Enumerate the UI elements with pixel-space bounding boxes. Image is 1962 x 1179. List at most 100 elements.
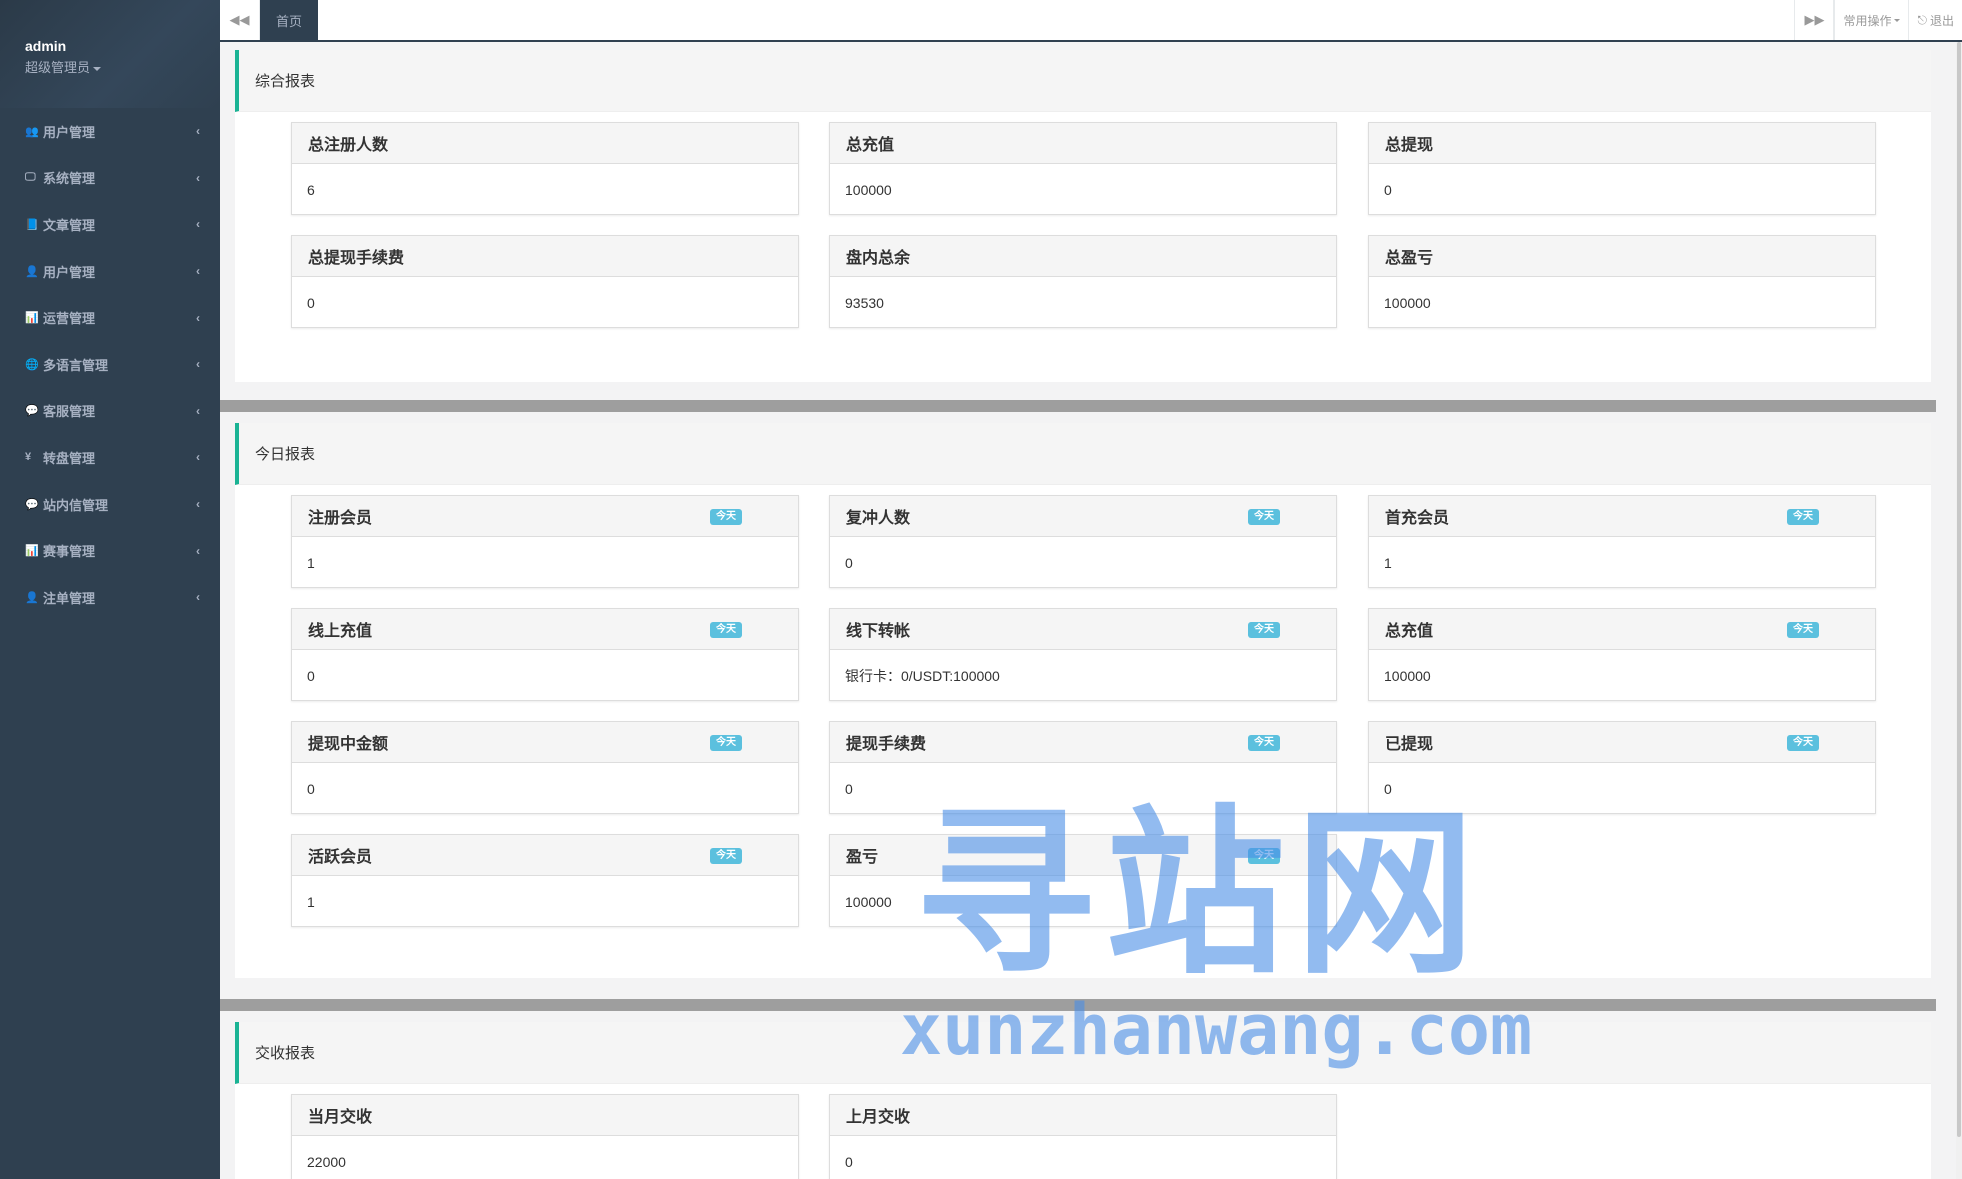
section-divider	[220, 999, 1936, 1011]
report-card-value: 100000	[845, 181, 892, 198]
sidebar-item[interactable]: 📘 文章管理 ‹	[0, 201, 220, 248]
sidebar-item[interactable]: 🌐 多语言管理 ‹	[0, 341, 220, 388]
report-card-label: 总充值	[846, 137, 895, 154]
report-card-value: 100000	[845, 893, 892, 910]
report-card-value: 0	[1384, 780, 1392, 797]
report-card-label: 总注册人数	[308, 137, 389, 154]
comment-icon: 💬	[25, 405, 39, 418]
tab-home[interactable]: 首页	[260, 0, 319, 40]
sidebar-item-label: 赛事管理	[43, 544, 96, 560]
sidebar-item[interactable]: 💬 客服管理 ‹	[0, 388, 220, 435]
sidebar-item-label: 客服管理	[43, 404, 96, 420]
report-card-value: 0	[845, 1153, 853, 1170]
sidebar-item[interactable]: 👤 用户管理 ‹	[0, 248, 220, 295]
chevron-left-icon: ‹	[196, 264, 200, 279]
sidebar-nav: 👥 用户管理 ‹ 🖵 系统管理 ‹ 📘 文章管理 ‹ 👤 用户管理 ‹ 📊 运营管理 ‹ 🌐 多语言管理 ‹ 💬 客服…	[0, 108, 220, 621]
sidebar-item[interactable]: 📊 运营管理 ‹	[0, 294, 220, 341]
report-card-header: 复冲人数 今天	[830, 496, 1336, 537]
scrollbar-thumb[interactable]	[1957, 42, 1961, 1137]
report-card: 总提现 0	[1368, 122, 1876, 215]
report-card-header: 总注册人数	[292, 123, 798, 164]
chevron-left-icon: ‹	[196, 217, 200, 232]
sidebar-item-label: 系统管理	[43, 171, 96, 187]
sidebar-item-label: 转盘管理	[43, 450, 96, 466]
user-role-dropdown[interactable]: 超级管理员	[25, 57, 220, 76]
report-card-value: 1	[1384, 554, 1392, 571]
today-badge: 今天	[1248, 509, 1280, 525]
users-icon: 👥	[25, 125, 39, 138]
report-card: 线上充值 今天 0	[291, 608, 799, 701]
report-card-header: 总充值	[830, 123, 1336, 164]
user-profile: admin 超级管理员	[0, 0, 220, 108]
report-card-value: 0	[845, 780, 853, 797]
report-card: 总提现手续费 0	[291, 235, 799, 328]
report-card-header: 总提现手续费	[292, 236, 798, 277]
sidebar-item-label: 站内信管理	[43, 497, 109, 513]
scrollbar[interactable]	[1956, 42, 1962, 1179]
user-role-label: 超级管理员	[25, 60, 91, 75]
report-card-value: 6	[307, 181, 315, 198]
scroll-tabs-left-button[interactable]: ◀◀	[220, 0, 260, 40]
scroll-tabs-right-button[interactable]: ▶▶	[1794, 0, 1835, 40]
logout-label: 退出	[1929, 13, 1954, 28]
report-card-label: 已提现	[1385, 736, 1434, 753]
report-card-label: 线上充值	[308, 623, 373, 640]
backward-icon: ◀◀	[229, 12, 250, 27]
report-card-label: 总盈亏	[1385, 250, 1434, 267]
today-badge: 今天	[1248, 848, 1280, 864]
comment-icon: 💬	[25, 498, 39, 511]
yen-icon: ¥	[25, 451, 32, 464]
bar-chart-icon: 📊	[25, 312, 39, 325]
user-icon: 👤	[25, 591, 39, 604]
section-divider	[220, 400, 1936, 412]
settlement-report-title: 交收报表	[235, 1022, 1931, 1084]
logout-button[interactable]: ⎋ 退出	[1908, 0, 1962, 40]
report-card: 总注册人数 6	[291, 122, 799, 215]
sidebar-item[interactable]: ¥ 转盘管理 ‹	[0, 434, 220, 481]
common-ops-dropdown[interactable]: 常用操作	[1834, 0, 1908, 40]
sidebar-item[interactable]: 👥 用户管理 ‹	[0, 108, 220, 155]
today-report-title: 今日报表	[235, 423, 1931, 485]
caret-down-icon	[1894, 18, 1901, 22]
today-badge: 今天	[1787, 509, 1819, 525]
report-card-label: 当月交收	[308, 1109, 373, 1126]
report-card-label: 总提现	[1385, 137, 1434, 154]
sidebar-item-label: 用户管理	[43, 264, 96, 280]
chevron-left-icon: ‹	[196, 170, 200, 185]
sign-out-icon: ⎋	[1917, 12, 1927, 27]
chevron-left-icon: ‹	[196, 497, 200, 512]
report-card-label: 提现中金额	[308, 736, 389, 753]
report-card: 总盈亏 100000	[1368, 235, 1876, 328]
sidebar-item[interactable]: 👤 注单管理 ‹	[0, 574, 220, 621]
today-badge: 今天	[710, 735, 742, 751]
sidebar-item[interactable]: 🖵 系统管理 ‹	[0, 155, 220, 202]
report-card-header: 提现手续费 今天	[830, 722, 1336, 763]
report-card-label: 线下转帐	[846, 623, 911, 640]
sidebar-item-label: 运营管理	[43, 311, 96, 327]
sidebar: admin 超级管理员 👥 用户管理 ‹ 🖵 系统管理 ‹ 📘 文章管理 ‹ 👤 用户管理 ‹ 📊 运营管…	[0, 0, 220, 1179]
report-card-label: 盈亏	[846, 849, 879, 866]
forward-icon: ▶▶	[1804, 12, 1825, 27]
desktop-icon: 🖵	[25, 171, 36, 184]
report-card-label: 总充值	[1385, 623, 1434, 640]
chevron-left-icon: ‹	[196, 543, 200, 558]
report-card: 盈亏 今天 100000	[829, 834, 1337, 927]
chevron-left-icon: ‹	[196, 124, 200, 139]
sidebar-item-label: 注单管理	[43, 590, 96, 606]
chevron-left-icon: ‹	[196, 450, 200, 465]
report-card-value: 1	[307, 893, 315, 910]
sidebar-item[interactable]: 💬 站内信管理 ‹	[0, 481, 220, 528]
report-card-label: 注册会员	[308, 510, 373, 527]
top-bar: ◀◀ 首页 ▶▶ 常用操作 ⎋ 退出	[220, 0, 1962, 42]
report-card-header: 总提现	[1369, 123, 1875, 164]
caret-down-icon	[93, 66, 102, 71]
report-card: 总充值 100000	[829, 122, 1337, 215]
report-card: 提现中金额 今天 0	[291, 721, 799, 814]
sidebar-item-label: 用户管理	[43, 124, 96, 140]
sidebar-item[interactable]: 📊 赛事管理 ‹	[0, 527, 220, 574]
chevron-left-icon: ‹	[196, 590, 200, 605]
report-card: 盘内总余 93530	[829, 235, 1337, 328]
report-card: 复冲人数 今天 0	[829, 495, 1337, 588]
main-content: 综合报表 总注册人数 6 总充值 100000 总提现 0 总提现手续费 0 盘内总余 93530…	[220, 42, 1962, 1179]
report-card-header: 上月交收	[830, 1095, 1336, 1136]
